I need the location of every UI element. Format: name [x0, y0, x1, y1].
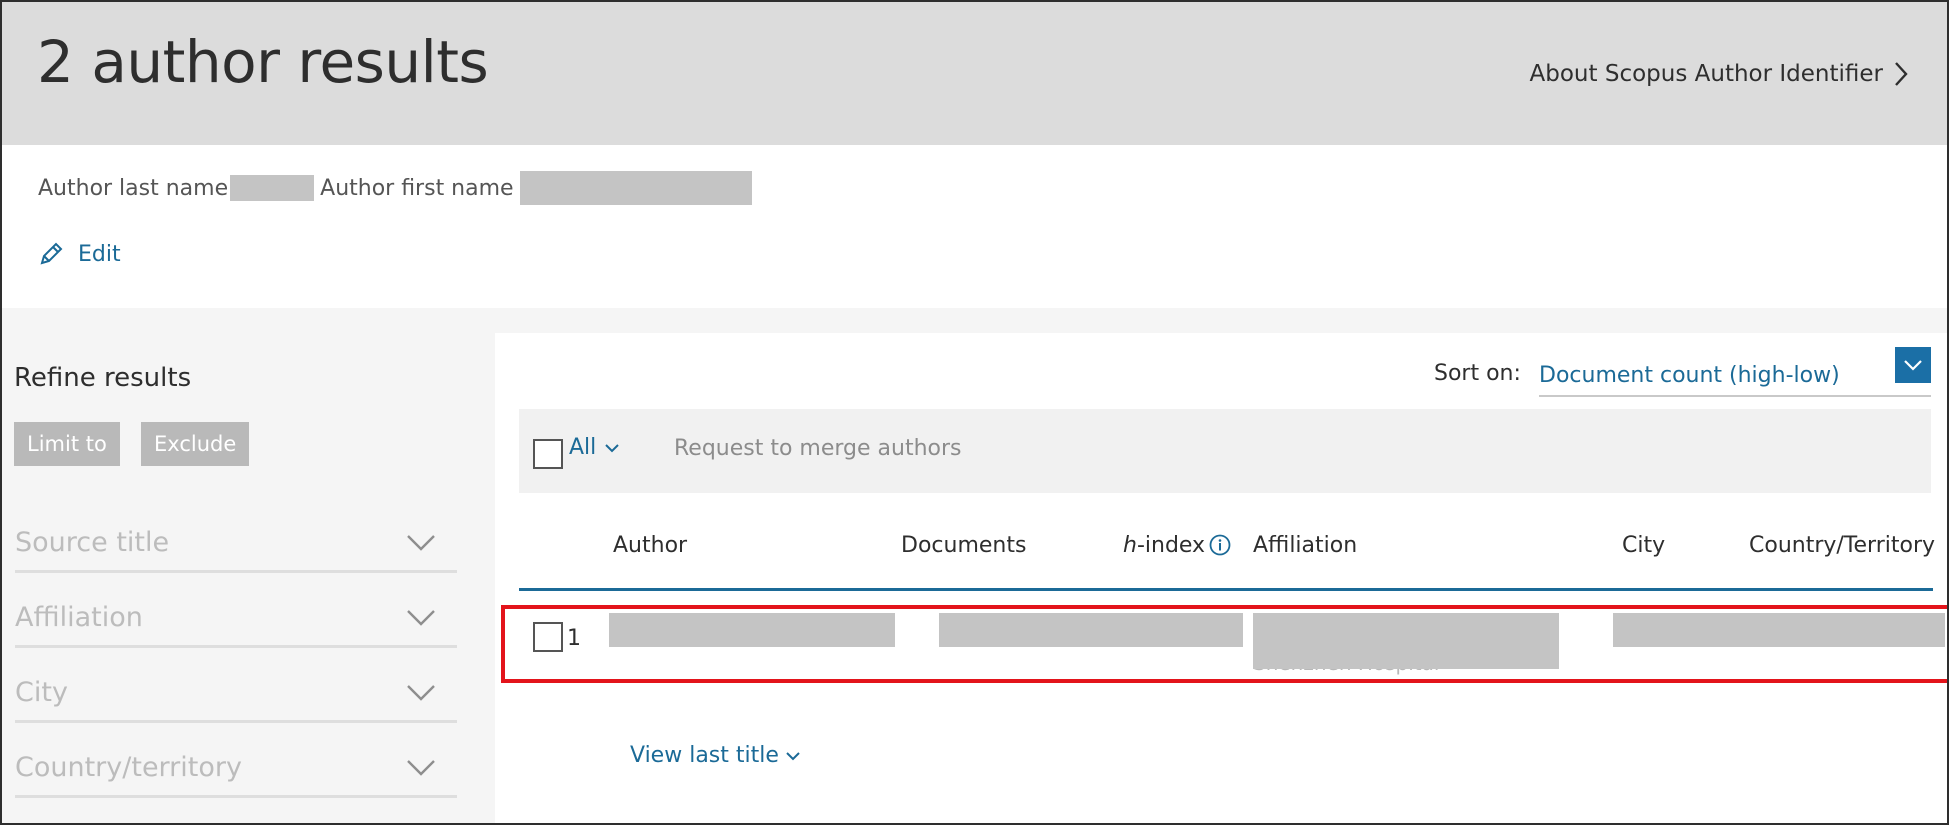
- pencil-icon: [40, 242, 63, 265]
- h-index-suffix: -index: [1136, 533, 1206, 558]
- first-name-label: Author first name: [320, 175, 514, 201]
- sort-value: Document count (high-low): [1539, 363, 1840, 388]
- limit-to-button[interactable]: Limit to: [14, 422, 120, 466]
- column-country-territory[interactable]: Country/Territory: [1749, 533, 1935, 558]
- edit-search-button[interactable]: Edit: [38, 241, 121, 267]
- chevron-down-icon: [407, 684, 435, 701]
- facet-city[interactable]: City: [15, 665, 457, 723]
- edit-label: Edit: [78, 241, 121, 267]
- facet-country-territory[interactable]: Country/territory: [15, 740, 457, 798]
- view-last-title-toggle[interactable]: View last title: [630, 743, 801, 768]
- results-panel: Sort on: Document count (high-low) All R…: [495, 333, 1947, 823]
- chevron-right-icon: [1895, 62, 1908, 86]
- chevron-down-icon: [605, 443, 619, 452]
- chevron-down-icon: [407, 534, 435, 551]
- sort-dropdown-toggle[interactable]: [1895, 347, 1931, 383]
- facet-affiliation[interactable]: Affiliation: [15, 590, 457, 648]
- select-all-checkbox[interactable]: [533, 439, 563, 469]
- facet-label: Affiliation: [15, 602, 143, 633]
- column-documents[interactable]: Documents: [901, 533, 1026, 558]
- exclude-button[interactable]: Exclude: [141, 422, 250, 466]
- search-query-summary: Author last name Author first name Edit: [2, 145, 1947, 308]
- facet-label: Source title: [15, 527, 170, 558]
- facet-label: Country/territory: [15, 752, 242, 783]
- redacted-first-name: [519, 171, 752, 205]
- chevron-down-icon: [407, 759, 435, 776]
- chevron-down-icon: [407, 609, 435, 626]
- info-icon[interactable]: [1209, 534, 1231, 556]
- view-last-title-label: View last title: [630, 743, 779, 768]
- refine-results-heading: Refine results: [14, 363, 192, 393]
- redacted-last-name: [230, 175, 315, 201]
- sort-label: Sort on:: [1434, 361, 1521, 386]
- about-link-label: About Scopus Author Identifier: [1529, 61, 1883, 87]
- query-line: Author last name Author first name: [38, 171, 752, 205]
- request-merge-authors-button[interactable]: Request to merge authors: [674, 436, 962, 461]
- about-author-identifier-link[interactable]: About Scopus Author Identifier: [1530, 60, 1909, 88]
- select-all-dropdown[interactable]: All: [569, 435, 620, 460]
- refine-sidebar: Refine results Limit to Exclude Source t…: [2, 308, 492, 823]
- chevron-down-icon: [1904, 360, 1922, 371]
- facet-label: City: [15, 677, 68, 708]
- column-header-divider: [519, 588, 1933, 591]
- sort-dropdown[interactable]: Document count (high-low): [1539, 351, 1931, 397]
- page-title: 2 author results: [37, 28, 489, 96]
- column-city[interactable]: City: [1622, 533, 1665, 558]
- chevron-down-icon: [786, 751, 800, 760]
- last-name-label: Author last name: [38, 175, 229, 201]
- column-affiliation[interactable]: Affiliation: [1253, 533, 1357, 558]
- column-h-index[interactable]: h-index: [1123, 533, 1231, 558]
- results-toolbar: All Request to merge authors: [519, 409, 1931, 493]
- select-all-label: All: [569, 435, 597, 460]
- column-author[interactable]: Author: [613, 533, 687, 558]
- h-index-italic: h: [1123, 533, 1137, 558]
- highlighted-result-row: [501, 605, 1947, 683]
- page-frame: 2 author results About Scopus Author Ide…: [0, 0, 1949, 825]
- facet-source-title[interactable]: Source title: [15, 515, 457, 573]
- results-header: 2 author results About Scopus Author Ide…: [2, 2, 1947, 145]
